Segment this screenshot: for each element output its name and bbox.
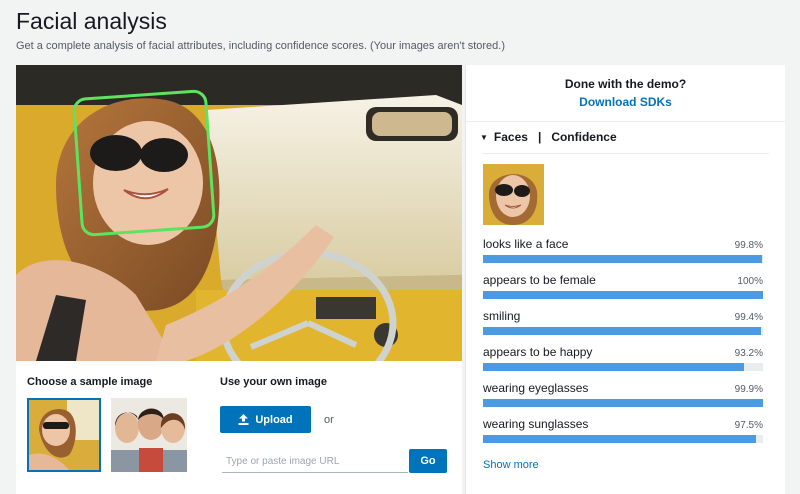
analyzed-photo	[16, 65, 462, 361]
sample-images-heading: Choose a sample image	[27, 376, 153, 388]
confidence-bar	[483, 435, 763, 443]
show-more-link[interactable]: Show more	[483, 459, 539, 471]
attribute-confidence-value: 99.8%	[734, 240, 763, 251]
attribute-confidence-value: 100%	[737, 276, 763, 287]
page-title: Facial analysis	[16, 8, 167, 34]
attribute-row: smiling 99.4%	[483, 309, 763, 339]
attribute-label: appears to be happy	[483, 345, 593, 359]
collapse-triangle-icon: ▼	[480, 132, 488, 142]
attribute-label: wearing eyeglasses	[483, 381, 589, 395]
divider	[466, 121, 785, 122]
attribute-label: appears to be female	[483, 273, 596, 287]
page-subtitle: Get a complete analysis of facial attrib…	[16, 40, 506, 52]
confidence-bar-fill	[483, 399, 763, 407]
confidence-bar	[483, 291, 763, 299]
attribute-row: wearing sunglasses 97.5%	[483, 417, 763, 447]
sample-image-2[interactable]	[111, 398, 187, 472]
attribute-label: smiling	[483, 309, 521, 323]
confidence-bar-fill	[483, 327, 761, 335]
confidence-bar-fill	[483, 435, 756, 443]
attribute-confidence-value: 93.2%	[734, 348, 763, 359]
confidence-bar	[483, 363, 763, 371]
confidence-bar	[483, 255, 763, 263]
confidence-bar	[483, 399, 763, 407]
attribute-label: wearing sunglasses	[483, 417, 589, 431]
results-panel: Done with the demo? Download SDKs ▼ Face…	[465, 65, 785, 494]
divider	[482, 153, 769, 154]
confidence-bar-fill	[483, 255, 762, 263]
or-label: or	[324, 414, 334, 426]
attribute-confidence-value: 99.9%	[734, 384, 763, 395]
confidence-label: Confidence	[551, 130, 617, 144]
demo-question: Done with the demo?	[564, 77, 687, 91]
upload-label: Upload	[255, 413, 293, 426]
upload-icon	[238, 414, 249, 425]
image-url-input[interactable]	[222, 451, 408, 473]
attribute-confidence-value: 99.4%	[734, 312, 763, 323]
attribute-label: looks like a face	[483, 237, 569, 251]
confidence-bar-fill	[483, 291, 763, 299]
attribute-row: wearing eyeglasses 99.9%	[483, 381, 763, 411]
confidence-bar	[483, 327, 763, 335]
header-separator: |	[537, 130, 542, 144]
upload-button[interactable]: Upload	[220, 406, 311, 433]
confidence-bar-fill	[483, 363, 744, 371]
attribute-row: looks like a face 99.8%	[483, 237, 763, 267]
sample-image-1[interactable]	[27, 398, 101, 472]
faces-label: Faces	[493, 130, 528, 144]
attribute-confidence-value: 97.5%	[734, 420, 763, 431]
go-button[interactable]: Go	[409, 449, 447, 473]
attribute-row: appears to be female 100%	[483, 273, 763, 303]
own-image-heading: Use your own image	[220, 376, 327, 388]
download-sdks-link[interactable]: Download SDKs	[466, 95, 785, 109]
faces-confidence-toggle[interactable]: ▼ Faces | Confidence	[480, 130, 617, 144]
attribute-row: appears to be happy 93.2%	[483, 345, 763, 375]
detected-face-thumbnail[interactable]	[483, 164, 544, 225]
